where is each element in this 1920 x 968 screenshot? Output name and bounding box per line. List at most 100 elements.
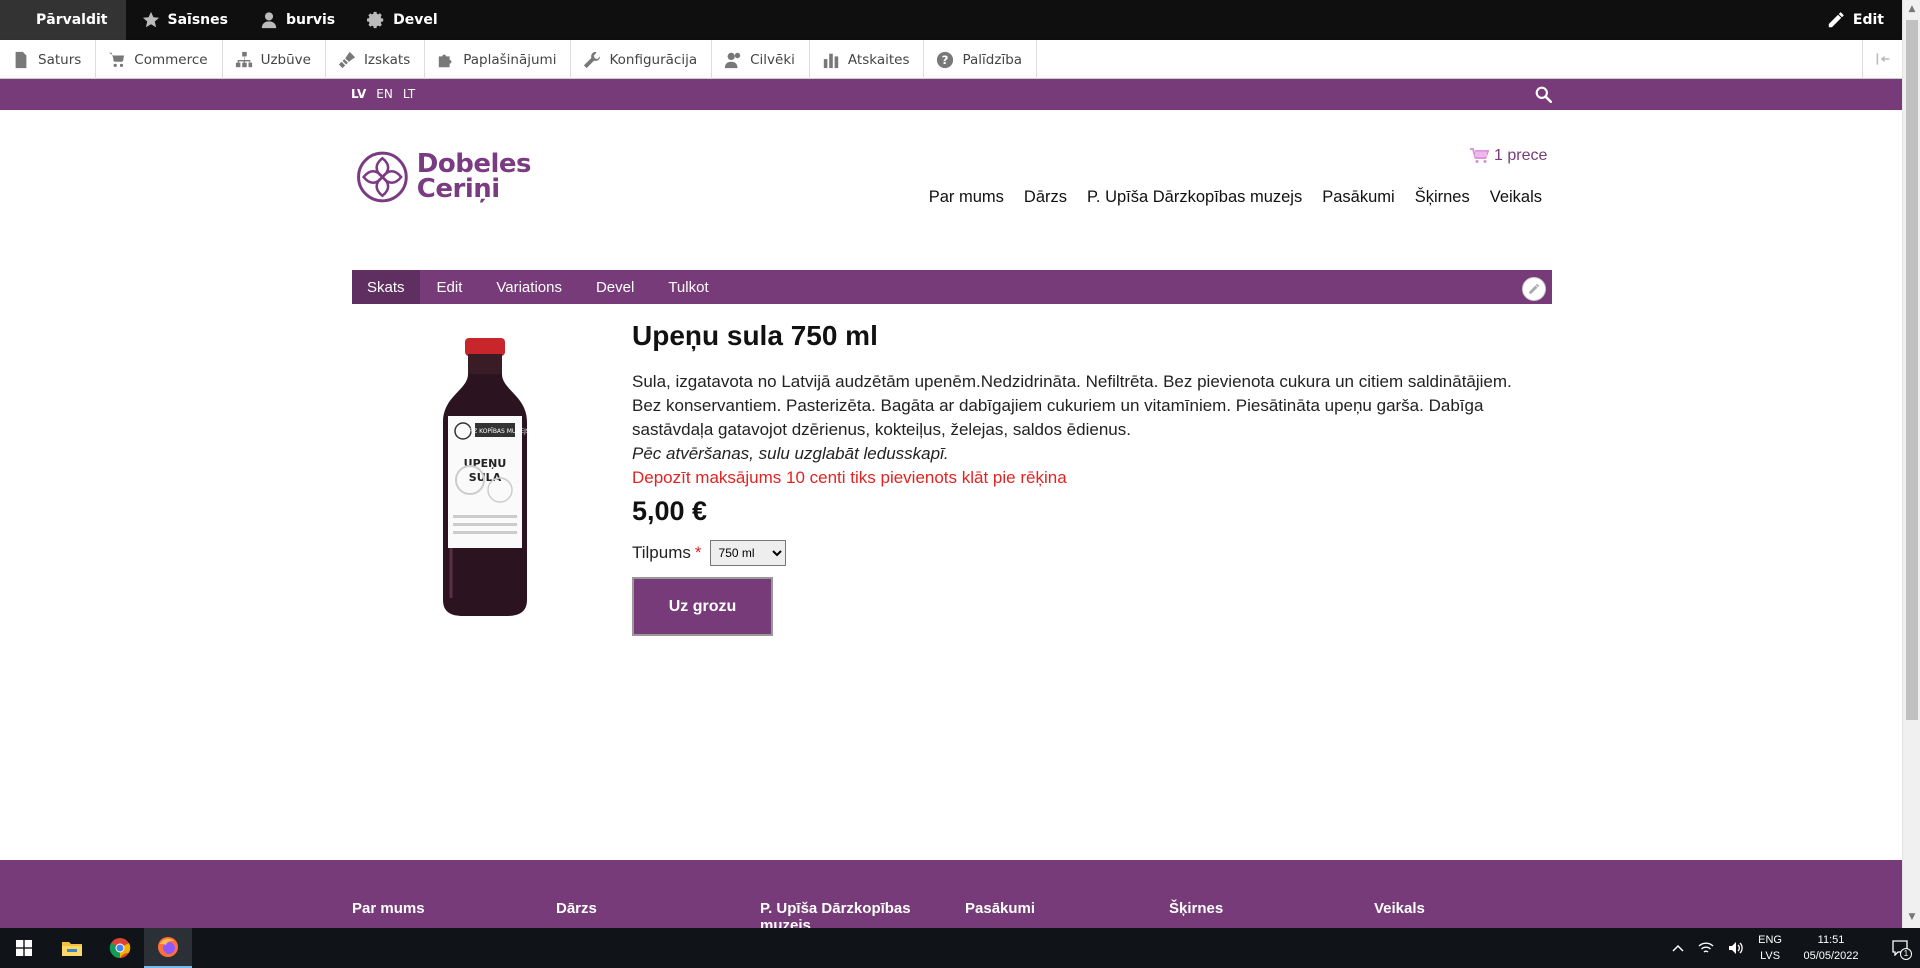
- user-icon: [261, 12, 277, 29]
- nav-museum[interactable]: P. Upīša Dārzkopības muzejs: [1087, 188, 1302, 207]
- folder-icon: [62, 942, 82, 956]
- ime-language: ENG: [1758, 934, 1782, 946]
- language-lv[interactable]: LV: [351, 87, 366, 101]
- nav-varieties[interactable]: Šķirnes: [1415, 188, 1470, 207]
- language-bar: LV EN LT: [0, 79, 1902, 110]
- gear-icon: [367, 11, 384, 29]
- tab-edit[interactable]: Edit: [420, 270, 480, 304]
- tray-item-label: Atskaites: [847, 51, 910, 68]
- logo-line-1: Dobeles: [416, 148, 532, 179]
- footer-link-about[interactable]: Par mums: [352, 900, 542, 917]
- chevron-up-icon[interactable]: [1672, 944, 1684, 952]
- wifi-icon[interactable]: [1698, 941, 1714, 955]
- tray-item-label: Konfigurācija: [609, 51, 698, 68]
- tab-translate[interactable]: Tulkot: [651, 270, 725, 304]
- tab-variations[interactable]: Variations: [479, 270, 579, 304]
- product-image: DĀRZ KOPĪBAS MUZEJS UPEŅU SULA: [443, 338, 530, 616]
- toolbar-manage-label: Pārvaldit: [36, 12, 108, 28]
- tray-item-label: Izskats: [363, 51, 411, 68]
- footer-link-events[interactable]: Pasākumi: [965, 900, 1155, 917]
- toolbar-devel[interactable]: Devel: [351, 0, 454, 40]
- tab-devel[interactable]: Devel: [579, 270, 651, 304]
- clock-date: 05/05/2022: [1803, 950, 1859, 962]
- tray-item-commerce[interactable]: Commerce: [96, 40, 223, 79]
- chrome-icon: [109, 938, 131, 959]
- wrench-icon: [584, 51, 601, 68]
- collapse-left-icon: [1876, 53, 1889, 65]
- bottle-brand-text: DĀRZ KOPĪBAS MUZEJS: [460, 428, 530, 435]
- page-scrollbar[interactable]: ▲ ▼: [1902, 0, 1920, 928]
- taskbar-firefox[interactable]: [144, 928, 192, 968]
- tray-item-label: Uzbūve: [260, 51, 311, 68]
- input-language-indicator[interactable]: ENG LVS: [1758, 932, 1782, 964]
- cart-icon: [109, 52, 125, 67]
- nav-events[interactable]: Pasākumi: [1322, 188, 1394, 207]
- tray-item-extend[interactable]: Paplašinājumi: [425, 40, 572, 79]
- tray-orientation-toggle[interactable]: [1862, 40, 1902, 78]
- required-marker: *: [694, 543, 702, 562]
- contextual-edit-button[interactable]: [1522, 277, 1546, 301]
- pencil-icon: [1529, 283, 1540, 294]
- nav-shop[interactable]: Veikals: [1490, 188, 1542, 207]
- hierarchy-icon: [235, 51, 252, 67]
- toolbar-user-label: burvis: [285, 12, 336, 28]
- os-taskbar: ENG LVS 11:51 05/05/2022 1: [0, 928, 1920, 968]
- notification-center-button[interactable]: 1: [1880, 928, 1920, 968]
- footer-link-varieties[interactable]: Šķirnes: [1169, 900, 1359, 917]
- tray-item-people[interactable]: Cilvēki: [712, 40, 810, 79]
- scroll-down-arrow-icon[interactable]: ▼: [1907, 912, 1917, 922]
- tray-item-label: Saturs: [38, 51, 82, 68]
- tray-item-label: Paplašinājumi: [463, 51, 557, 68]
- variant-label: Tilpums: [632, 543, 691, 562]
- start-button[interactable]: [0, 928, 48, 968]
- clock-time: 11:51: [1817, 934, 1845, 946]
- system-clock[interactable]: 11:51 05/05/2022: [1796, 932, 1866, 964]
- footer-link-garden[interactable]: Dārzs: [556, 900, 746, 917]
- search-icon[interactable]: [1535, 86, 1552, 103]
- nav-garden[interactable]: Dārzs: [1024, 188, 1067, 207]
- language-lt[interactable]: LT: [403, 87, 415, 101]
- taskbar-file-explorer[interactable]: [48, 928, 96, 968]
- tray-item-label: Cilvēki: [750, 51, 795, 68]
- product-description: Sula, izgatavota no Latvijā audzētām upe…: [632, 370, 1542, 490]
- logo-line-2: Ceriņi: [416, 173, 500, 204]
- tray-item-help[interactable]: ? Palīdzība: [924, 40, 1038, 79]
- document-icon: [15, 51, 27, 68]
- cart-icon: [1470, 148, 1490, 163]
- volume-icon[interactable]: [1728, 941, 1744, 955]
- bar-chart-icon: [823, 53, 839, 68]
- firefox-icon: [158, 937, 178, 957]
- tray-item-structure[interactable]: Uzbūve: [223, 40, 326, 79]
- svg-text:?: ?: [942, 53, 949, 67]
- tray-item-content[interactable]: Saturs: [0, 40, 97, 79]
- cart-count-label: 1 prece: [1494, 147, 1548, 164]
- volume-select[interactable]: 750 ml: [709, 540, 786, 566]
- site-footer: Par mums Dārzs P. Upīša Dārzkopības muze…: [0, 860, 1902, 934]
- system-tray: ENG LVS 11:51 05/05/2022 1: [1672, 928, 1920, 968]
- notification-count: 1: [1900, 948, 1912, 960]
- people-icon: [725, 52, 741, 68]
- variant-selector: Tilpums * 750 ml: [632, 540, 786, 566]
- header-cart[interactable]: 1 prece: [1470, 147, 1547, 165]
- tray-item-label: Commerce: [134, 51, 208, 68]
- tray-item-configuration[interactable]: Konfigurācija: [571, 40, 713, 79]
- taskbar-chrome[interactable]: [96, 928, 144, 968]
- footer-link-shop[interactable]: Veikals: [1374, 900, 1564, 917]
- product-storage-note: Pēc atvēršanas, sulu uzglabāt ledusskapī…: [632, 444, 949, 463]
- puzzle-icon: [439, 54, 452, 67]
- scrollbar-thumb[interactable]: [1906, 20, 1918, 720]
- product-title: Upeņu sula 750 ml: [632, 320, 878, 351]
- nav-about[interactable]: Par mums: [929, 188, 1004, 207]
- scroll-up-arrow-icon[interactable]: ▲: [1907, 4, 1917, 14]
- toolbar-manage[interactable]: Pārvaldit: [0, 0, 126, 40]
- tray-item-appearance[interactable]: Izskats: [326, 40, 426, 79]
- site-logo[interactable]: Dobeles Ceriņi: [356, 144, 532, 209]
- language-en[interactable]: EN: [376, 87, 393, 101]
- language-switcher: LV EN LT: [351, 87, 415, 101]
- toolbar-user[interactable]: burvis: [244, 0, 351, 40]
- toolbar-shortcuts[interactable]: Saīsnes: [126, 0, 244, 40]
- tray-item-reports[interactable]: Atskaites: [810, 40, 925, 79]
- bottle-label-line2: SULA: [469, 471, 502, 484]
- tab-view[interactable]: Skats: [352, 270, 420, 304]
- add-to-cart-button[interactable]: Uz grozu: [632, 577, 773, 636]
